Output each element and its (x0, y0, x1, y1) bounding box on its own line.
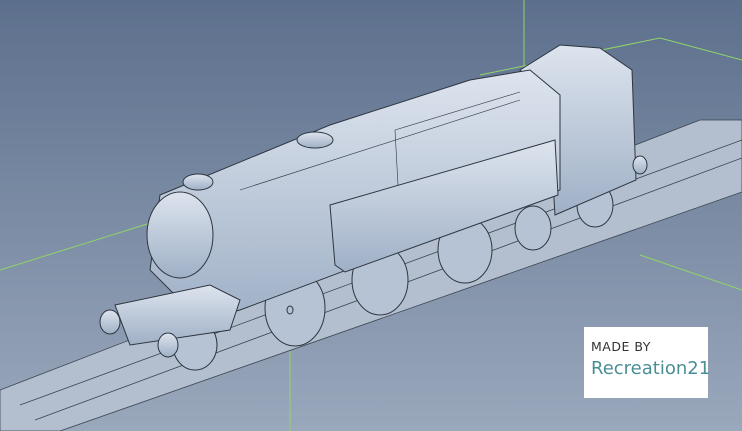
buffer (157, 332, 179, 358)
badge-made-by: MADE BY (591, 339, 651, 354)
dome (296, 131, 334, 149)
made-by-badge: MADE BY Recreation21 (584, 327, 711, 398)
badge-author: Recreation21 (591, 358, 711, 379)
rear-buffer (632, 155, 648, 175)
smokebox-door (146, 191, 214, 279)
chimney (182, 173, 214, 191)
buffer (99, 309, 121, 335)
wheel (514, 205, 552, 251)
